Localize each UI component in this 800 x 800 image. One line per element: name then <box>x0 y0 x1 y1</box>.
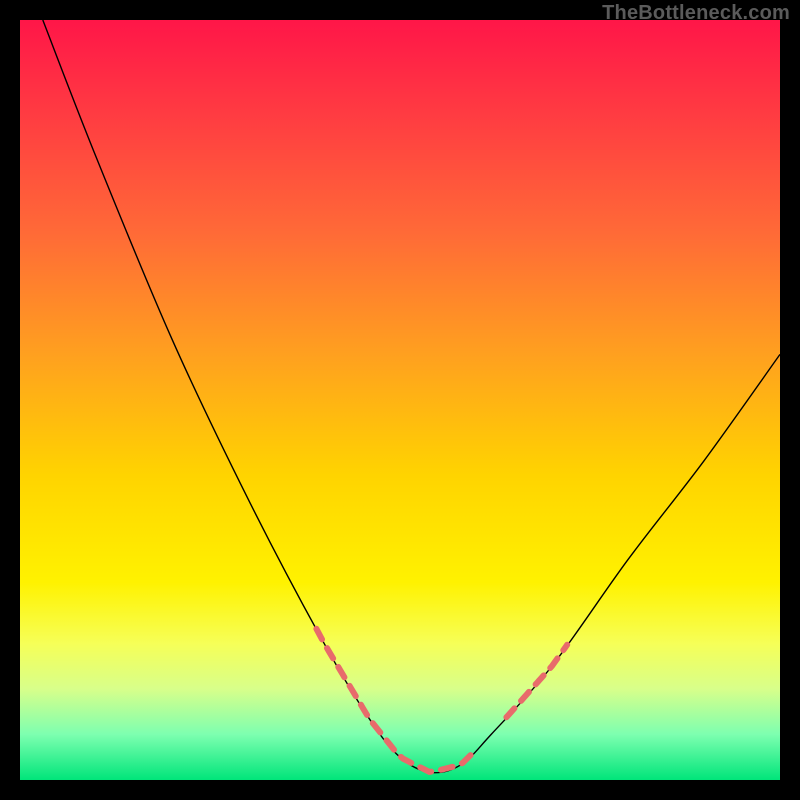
bottleneck-curve <box>43 20 780 773</box>
highlight-dots-segment-2 <box>506 645 567 718</box>
chart-frame: TheBottleneck.com <box>0 0 800 800</box>
highlight-dots-segment-1 <box>316 629 476 772</box>
plot-area <box>20 20 780 780</box>
curve-svg <box>20 20 780 780</box>
watermark-text: TheBottleneck.com <box>602 2 790 25</box>
